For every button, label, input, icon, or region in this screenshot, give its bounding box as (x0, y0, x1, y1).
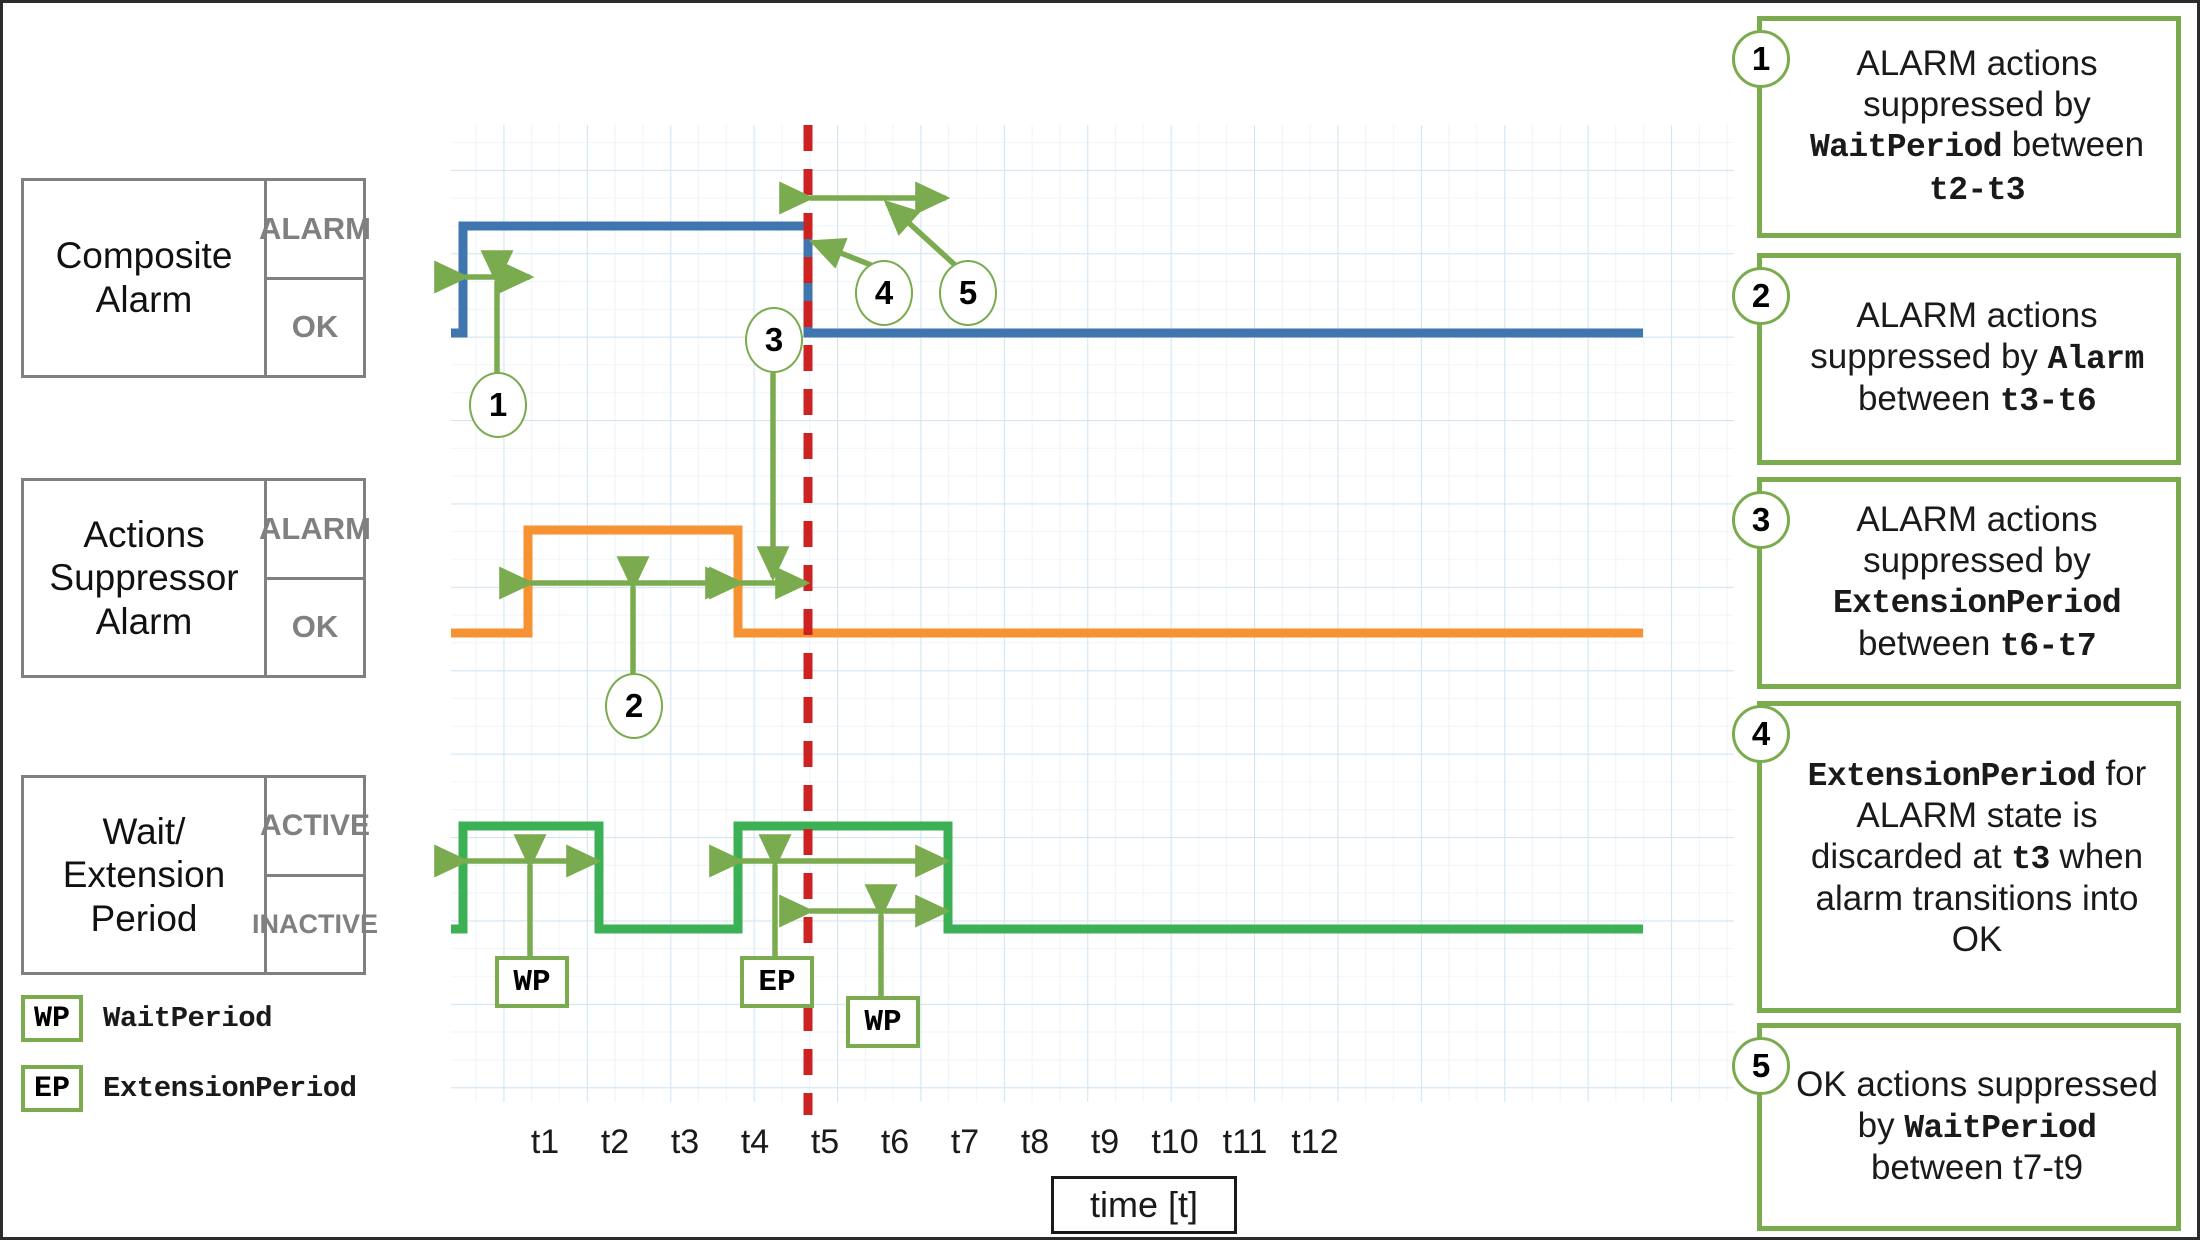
note-1-seg-3: t2-t3 (1928, 171, 2026, 209)
callout-3: 3 (745, 307, 803, 373)
note-card-4: 4 ExtensionPeriod for ALARM state is dis… (1732, 701, 2181, 1013)
chart-marker-wp-1: WP (495, 956, 569, 1008)
legend-chip-ep: EP (21, 1065, 83, 1112)
note-3-seg-0: ALARM actions suppressed by (1856, 500, 2098, 580)
note-card-3: 3 ALARM actions suppressed by ExtensionP… (1732, 477, 2181, 689)
note-badge-1: 1 (1732, 30, 1790, 88)
note-3-seg-2: between (1857, 623, 2001, 663)
callout-2: 2 (605, 673, 663, 739)
state-low-ok: OK (291, 309, 339, 345)
chart-marker-wp-2: WP (846, 996, 920, 1048)
callout-5: 5 (939, 260, 997, 326)
state-high-alarm: ALARM (259, 481, 371, 580)
row-name-text: Actions Suppressor Alarm (49, 513, 239, 642)
note-badge-2: 2 (1732, 267, 1790, 325)
note-2-seg-1: Alarm (2047, 341, 2145, 379)
legend-item-extensionperiod: EP ExtensionPeriod (21, 1065, 357, 1112)
row-states-actions-suppressor-alarm: ALARM OK (259, 481, 371, 675)
note-card-1: 1 ALARM actions suppressed by WaitPeriod… (1732, 16, 2181, 238)
state-high-active: ACTIVE (260, 778, 370, 877)
row-label-composite-alarm: Composite Alarm ALARM OK (21, 178, 371, 378)
legend-label-waitperiod: WaitPeriod (103, 1002, 273, 1035)
note-badge-5: 5 (1732, 1037, 1790, 1095)
note-text-3: ALARM actions suppressed by ExtensionPer… (1762, 496, 2176, 670)
note-text-1: ALARM actions suppressed by WaitPeriod b… (1762, 40, 2176, 214)
note-badge-3: 3 (1732, 491, 1790, 549)
row-states-composite-alarm: ALARM OK (259, 181, 371, 375)
row-name-text: Composite Alarm (55, 235, 233, 320)
note-2-seg-3: t3-t6 (2000, 383, 2097, 421)
axis-title-time: time [t] (1051, 1176, 1237, 1234)
note-1-seg-1: WaitPeriod (1809, 129, 2003, 167)
row-name-actions-suppressor-alarm: Actions Suppressor Alarm (24, 481, 264, 675)
row-states-wait-extension-period: ACTIVE INACTIVE (252, 778, 379, 972)
note-text-4: ExtensionPeriod for ALARM state is disca… (1762, 750, 2176, 964)
callout-1: 1 (469, 372, 527, 438)
note-5-seg-2: between t7-t9 (1870, 1148, 2084, 1188)
legend-item-waitperiod: WP WaitPeriod (21, 995, 273, 1042)
note-2-seg-2: between (1857, 379, 2001, 419)
note-card-2: 2 ALARM actions suppressed by Alarm betw… (1732, 253, 2181, 465)
state-low-inactive: INACTIVE (252, 908, 379, 939)
chart-grid (451, 125, 1734, 1102)
note-4-seg-0: ExtensionPeriod (1807, 757, 2097, 795)
row-label-actions-suppressor-alarm: Actions Suppressor Alarm ALARM OK (21, 478, 371, 678)
note-text-2: ALARM actions suppressed by Alarm betwee… (1762, 292, 2176, 425)
note-5-seg-1: WaitPeriod (1904, 1109, 2097, 1147)
state-high-alarm: ALARM (259, 181, 371, 280)
legend-chip-wp: WP (21, 995, 83, 1042)
row-label-wait-extension-period: Wait/ Extension Period ACTIVE INACTIVE (21, 775, 379, 975)
note-text-5: OK actions suppressed by WaitPeriod betw… (1762, 1061, 2176, 1192)
note-4-seg-2: t3 (2011, 840, 2050, 878)
axis-tick-t12: t12 (1291, 1123, 1339, 1161)
row-name-wait-extension-period: Wait/ Extension Period (24, 778, 264, 972)
note-1-seg-0: ALARM actions suppressed by (1856, 44, 2098, 124)
note-card-5: 5 OK actions suppressed by WaitPeriod be… (1732, 1023, 2181, 1231)
note-3-seg-3: t6-t7 (2000, 627, 2097, 665)
row-name-composite-alarm: Composite Alarm (24, 181, 264, 375)
diagram-root: Composite Alarm ALARM OK Actions Suppres… (0, 0, 2200, 1240)
note-3-seg-1: ExtensionPeriod (1832, 585, 2122, 623)
callout-4: 4 (855, 260, 913, 326)
note-1-seg-2: between (2001, 125, 2145, 165)
note-badge-4: 4 (1732, 705, 1790, 763)
row-name-text: Wait/ Extension Period (62, 810, 226, 939)
chart-marker-ep-1: EP (740, 956, 814, 1008)
legend-label-extensionperiod: ExtensionPeriod (103, 1072, 357, 1105)
state-low-ok: OK (291, 609, 339, 645)
